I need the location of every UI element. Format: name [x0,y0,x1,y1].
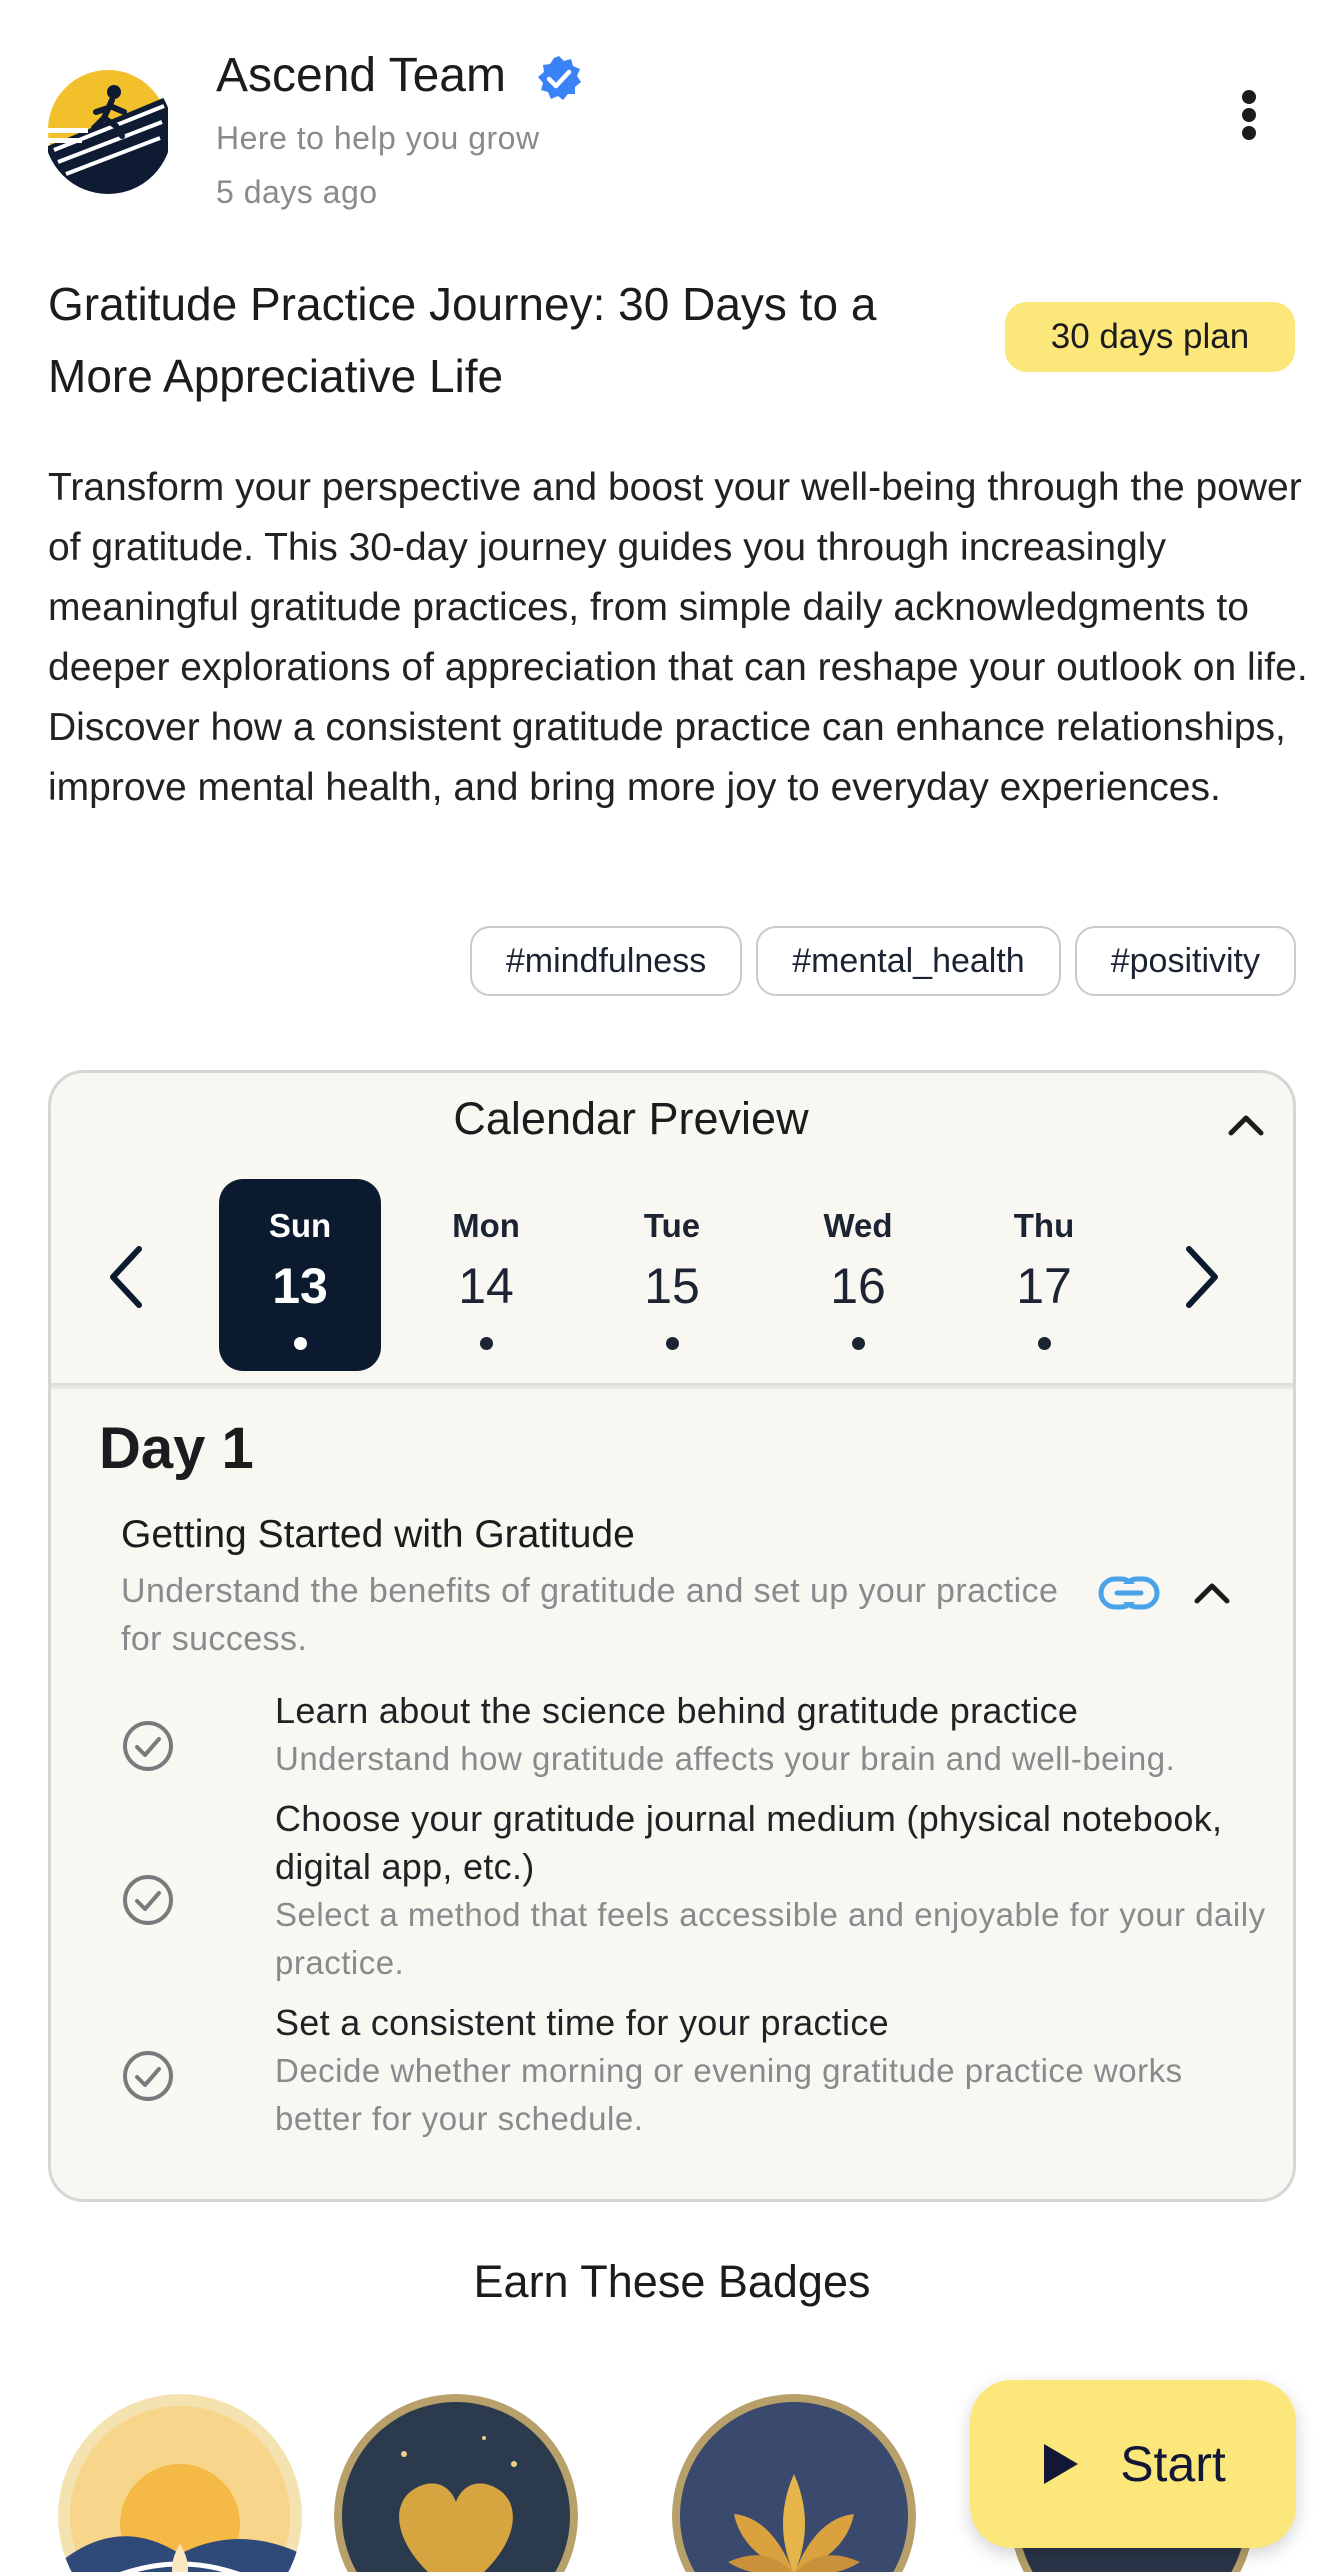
tag-positivity[interactable]: #positivity [1074,926,1296,996]
plan-description: Transform your perspective and boost you… [48,466,1308,809]
tag-mindfulness[interactable]: #mindfulness [469,926,743,996]
checklist-item-title: Choose your gratitude journal medium (ph… [275,1798,1223,1887]
calendar-day-strip: Sun 13 Mon 14 Tue 15 Wed 16 Thu 17 [219,1179,1159,1375]
start-button[interactable]: Start [970,2380,1296,2548]
checklist-item-title: Learn about the science behind gratitude… [275,1690,1079,1731]
checklist-item-desc: Understand how gratitude affects your br… [275,1740,1176,1777]
golden-lotus-badge-icon [672,2394,916,2572]
author-name[interactable]: Ascend Team [216,48,506,103]
chevron-up-icon[interactable] [1221,1101,1271,1151]
chevron-left-icon[interactable] [99,1241,155,1313]
checklist-item-desc: Decide whether morning or evening gratit… [275,2052,1183,2137]
calendar-preview-card: Calendar Preview Sun 13 Mon 14 Tue 15 We… [48,1070,1296,2202]
link-icon[interactable] [1097,1573,1161,1613]
author-tagline: Here to help you grow [216,120,540,156]
plan-duration-badge: 30 days plan [1005,302,1295,372]
day-indicator-dot [665,1337,679,1350]
day-number: 15 [644,1258,700,1314]
post-header: Ascend Team Here to help you grow 5 days… [0,0,1344,240]
badge-golden-lotus[interactable] [672,2394,916,2572]
day-name: Mon [452,1207,520,1244]
calendar-day-thu[interactable]: Thu 17 [963,1179,1125,1371]
day-heading: Day 1 [99,1416,254,1481]
chevron-right-icon[interactable] [1173,1241,1229,1313]
calendar-day-sun[interactable]: Sun 13 [219,1179,381,1371]
calendar-day-wed[interactable]: Wed 16 [777,1179,939,1371]
play-icon [1044,2444,1079,2484]
day-indicator-dot [293,1337,307,1350]
golden-heart-badge-icon [334,2394,578,2572]
tag-mental-health[interactable]: #mental_health [756,926,1061,996]
day-indicator-dot [1037,1337,1051,1350]
calendar-day-mon[interactable]: Mon 14 [405,1179,567,1371]
checklist-item[interactable]: Set a consistent time for your practice … [121,1999,1241,2149]
day-name: Tue [643,1207,701,1244]
day-number: 13 [272,1258,328,1314]
check-circle-icon[interactable] [121,1873,175,1927]
day-indicator-dot [851,1337,865,1350]
chevron-up-icon[interactable] [1189,1571,1235,1617]
day-name: Wed [823,1207,893,1244]
check-circle-icon[interactable] [121,2049,175,2103]
checklist-item[interactable]: Learn about the science behind gratitude… [121,1687,1241,1797]
day-number: 14 [458,1258,514,1314]
tag-list: #mindfulness #mental_health #positivity [469,926,1296,996]
calendar-preview-title: Calendar Preview [453,1093,809,1144]
badge-sunrise-lotus[interactable] [58,2394,302,2572]
author-avatar[interactable] [44,66,172,194]
calendar-day-tue[interactable]: Tue 15 [591,1179,753,1371]
more-options-icon[interactable] [1224,80,1274,150]
checklist-item-title: Set a consistent time for your practice [275,2002,889,2043]
post-timestamp: 5 days ago [216,174,378,210]
task-title: Getting Started with Gratitude [121,1513,635,1556]
checklist-item[interactable]: Choose your gratitude journal medium (ph… [121,1795,1265,1995]
verified-badge-icon [538,56,581,100]
sunrise-lotus-badge-icon [58,2394,302,2572]
day-name: Sun [268,1207,332,1244]
day-indicator-dot [479,1337,493,1350]
day-name: Thu [1013,1207,1075,1244]
badges-section-title: Earn These Badges [473,2256,871,2307]
day-number: 16 [830,1258,886,1314]
day-number: 17 [1016,1258,1072,1314]
plan-title: Gratitude Practice Journey: 30 Days to a… [48,278,877,402]
calendar-divider [51,1383,1293,1389]
start-button-label: Start [1120,2436,1226,2492]
climber-logo-icon [44,66,172,194]
check-circle-icon[interactable] [121,1719,175,1773]
checklist-item-desc: Select a method that feels accessible an… [275,1896,1266,1981]
task-subtitle: Understand the benefits of gratitude and… [121,1572,1059,1658]
badge-golden-heart[interactable] [334,2394,578,2572]
